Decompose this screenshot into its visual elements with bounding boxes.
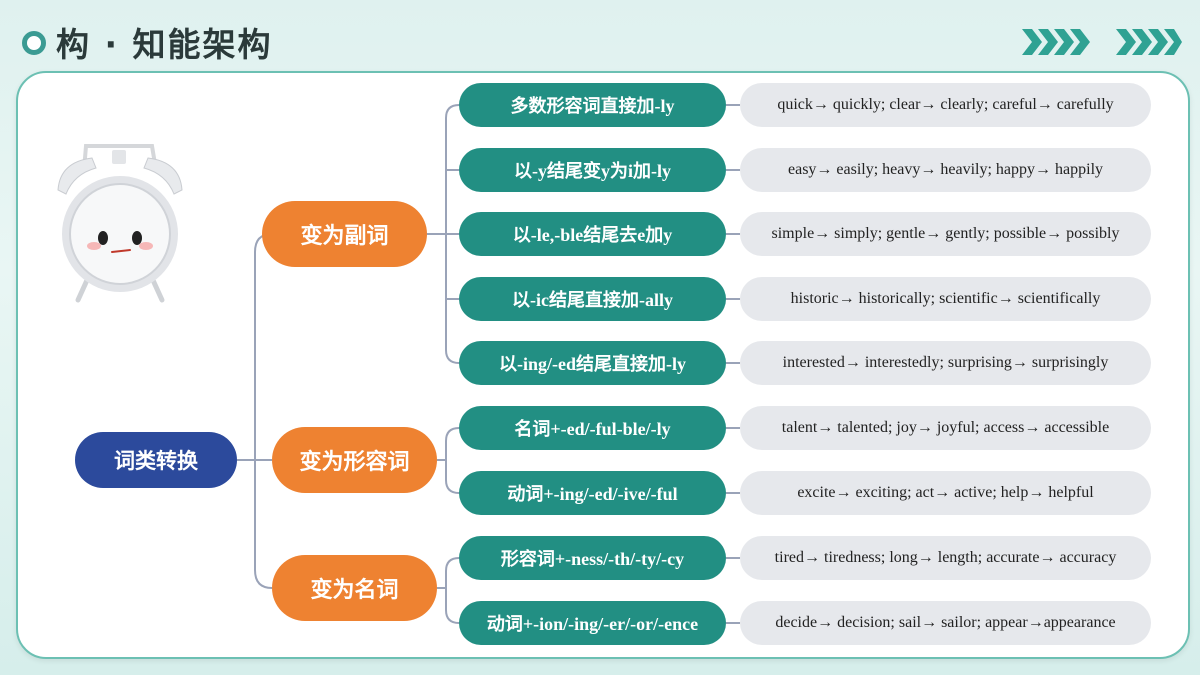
alarm-clock-icon [57,144,183,303]
category-noun: 变为名词 [272,555,437,621]
rule-node: 多数形容词直接加-ly [459,83,726,127]
rule-node: 以-le,-ble结尾去e加y [459,212,726,256]
example-pill: talent→ talented; joy→ joyful; access→ a… [740,406,1151,450]
example-pill: simple→ simply; gentle→ gently; possible… [740,212,1151,256]
rule-node: 动词+-ion/-ing/-er/-or/-ence [459,601,726,645]
rule-node: 名词+-ed/-ful-ble/-ly [459,406,726,450]
category-adverb: 变为副词 [262,201,427,267]
example-pill: easy→ easily; heavy→ heavily; happy→ hap… [740,148,1151,192]
example-pill: tired→ tiredness; long→ length; accurate… [740,536,1151,580]
rule-node: 形容词+-ness/-th/-ty/-cy [459,536,726,580]
rule-node: 以-ing/-ed结尾直接加-ly [459,341,726,385]
example-pill: decide→ decision; sail→ sailor; appear→a… [740,601,1151,645]
rule-node: 动词+-ing/-ed/-ive/-ful [459,471,726,515]
example-pill: interested→ interestedly; surprising→ su… [740,341,1151,385]
example-pill: excite→ exciting; act→ active; help→ hel… [740,471,1151,515]
rule-node: 以-y结尾变y为i加-ly [459,148,726,192]
example-pill: historic→ historically; scientific→ scie… [740,277,1151,321]
root-node: 词类转换 [75,432,237,488]
category-adjective: 变为形容词 [272,427,437,493]
rule-node: 以-ic结尾直接加-ally [459,277,726,321]
example-pill: quick→ quickly; clear→ clearly; careful→… [740,83,1151,127]
